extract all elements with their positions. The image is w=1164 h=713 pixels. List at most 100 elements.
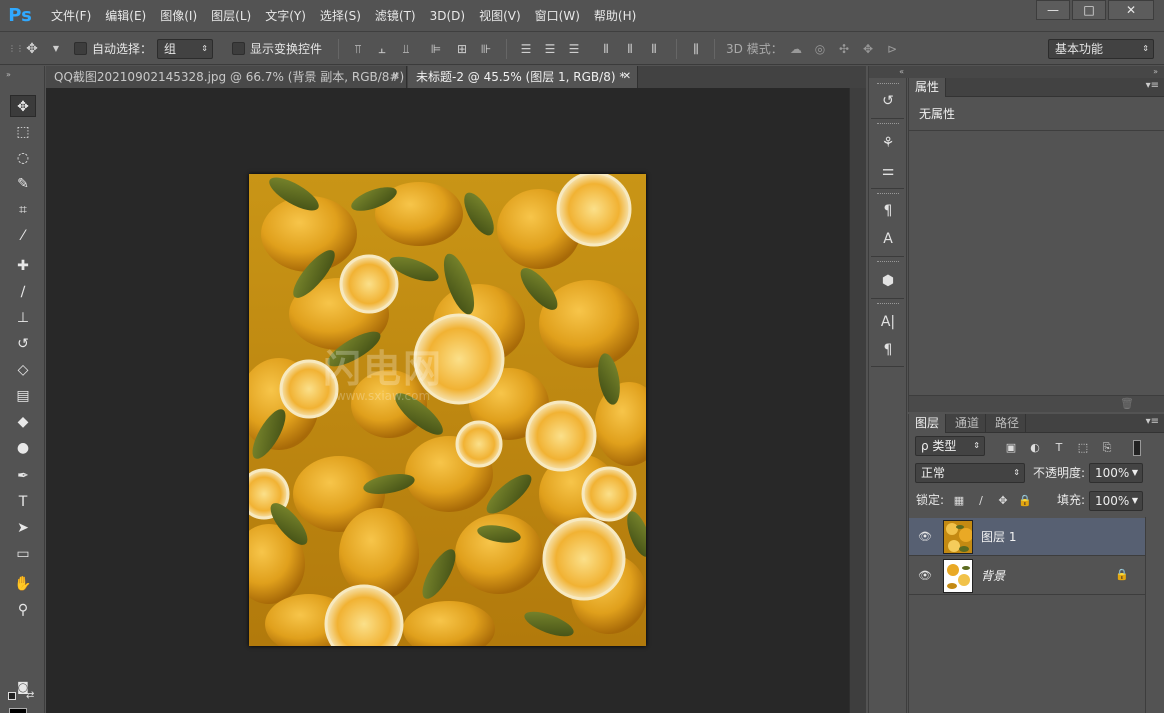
- menu-filter[interactable]: 滤镜(T): [368, 0, 423, 32]
- clone-stamp-tool-icon[interactable]: ⊥: [10, 307, 36, 329]
- marquee-tool-icon[interactable]: ⬚: [10, 121, 36, 143]
- eraser-tool-icon[interactable]: ◇: [10, 359, 36, 381]
- minimize-button[interactable]: —: [1036, 0, 1070, 20]
- path-select-tool-icon[interactable]: ➤: [10, 517, 36, 539]
- menu-view[interactable]: 视图(V): [472, 0, 528, 32]
- lock-all-icon[interactable]: 🔒: [1017, 493, 1033, 509]
- distribute-right-icon[interactable]: ⦀: [646, 41, 662, 57]
- workspace-dropdown[interactable]: 基本功能 ⇕: [1048, 39, 1154, 59]
- tab-properties[interactable]: 属性: [909, 78, 947, 97]
- align-top-icon[interactable]: ⫪: [350, 41, 366, 57]
- tab-document-2[interactable]: 未标题-2 @ 45.5% (图层 1, RGB/8) * ✕: [408, 66, 638, 88]
- adjustments-panel-icon[interactable]: ⚌: [877, 160, 899, 182]
- align-left-icon[interactable]: ⊫: [428, 41, 444, 57]
- quick-mask-icon[interactable]: ◙: [10, 676, 36, 698]
- zoom-tool-icon[interactable]: ⚲: [10, 599, 36, 621]
- menu-window[interactable]: 窗口(W): [528, 0, 587, 32]
- 3d-slide-icon[interactable]: ✥: [860, 41, 876, 57]
- align-right-icon[interactable]: ⊪: [478, 41, 494, 57]
- show-transform-checkbox[interactable]: [232, 42, 245, 55]
- chevron-down-icon[interactable]: ▼: [48, 41, 64, 57]
- history-brush-tool-icon[interactable]: ↺: [10, 333, 36, 355]
- close-icon[interactable]: ✕: [623, 66, 631, 88]
- type-tool-icon[interactable]: T: [10, 491, 36, 513]
- filter-pixel-icon[interactable]: ▣: [1003, 440, 1019, 456]
- distribute-vcenter-icon[interactable]: ☰: [542, 41, 558, 57]
- canvas-area[interactable]: 闪电网 www.sxiaw.com: [46, 88, 849, 713]
- distribute-left-icon[interactable]: ⦀: [598, 41, 614, 57]
- 3d-scale-icon[interactable]: ⊳: [884, 41, 900, 57]
- character-panel-icon[interactable]: A|: [877, 311, 899, 333]
- opacity-field[interactable]: 100% ▼: [1089, 463, 1143, 483]
- document-image[interactable]: [249, 174, 646, 646]
- foreground-color-swatch[interactable]: [9, 708, 27, 713]
- quick-select-tool-icon[interactable]: ✎: [10, 173, 36, 195]
- menu-3d[interactable]: 3D(D): [423, 0, 472, 32]
- tab-layers[interactable]: 图层: [909, 414, 947, 433]
- panel-menu-icon[interactable]: ▾≡: [1146, 416, 1159, 427]
- distribute-top-icon[interactable]: ☰: [518, 41, 534, 57]
- hand-tool-icon[interactable]: ✋: [10, 573, 36, 595]
- paragraph-panel-icon[interactable]: ¶: [877, 339, 899, 361]
- 3d-pan-icon[interactable]: ✣: [836, 41, 852, 57]
- blend-mode-dropdown[interactable]: 正常 ⇕: [915, 463, 1025, 483]
- layer-row-layer1[interactable]: 👁 图层 1: [909, 518, 1145, 556]
- brush-tool-icon[interactable]: ∕: [10, 281, 36, 303]
- lock-position-icon[interactable]: ✥: [995, 493, 1011, 509]
- fill-field[interactable]: 100% ▼: [1089, 491, 1143, 511]
- auto-select-checkbox[interactable]: [74, 42, 87, 55]
- lasso-tool-icon[interactable]: ◌: [10, 147, 36, 169]
- tab-channels[interactable]: 通道: [949, 414, 987, 433]
- menu-help[interactable]: 帮助(H): [587, 0, 643, 32]
- lock-pixels-icon[interactable]: ∕: [973, 493, 989, 509]
- trash-icon[interactable]: 🗑: [1120, 397, 1134, 410]
- layer-row-background[interactable]: 👁 背景 🔒: [909, 557, 1145, 595]
- healing-brush-tool-icon[interactable]: ✚: [10, 255, 36, 277]
- move-tool-preset-icon[interactable]: ✥: [24, 41, 40, 57]
- close-icon[interactable]: ✕: [392, 66, 400, 88]
- menu-file[interactable]: 文件(F): [44, 0, 98, 32]
- move-tool-icon[interactable]: ✥: [10, 95, 36, 117]
- layer-filter-dropdown[interactable]: ρ 类型 ⇕: [915, 436, 985, 456]
- auto-align-icon[interactable]: ⫼: [688, 41, 704, 57]
- align-bottom-icon[interactable]: ⫫: [398, 41, 414, 57]
- dodge-tool-icon[interactable]: ●: [10, 437, 36, 459]
- expand-panels-icon[interactable]: »: [908, 66, 1164, 78]
- menu-type[interactable]: 文字(Y): [258, 0, 313, 32]
- tab-paths[interactable]: 路径: [989, 414, 1027, 433]
- gradient-tool-icon[interactable]: ▤: [10, 385, 36, 407]
- blur-tool-icon[interactable]: ◆: [10, 411, 36, 433]
- brush-preset-panel-icon[interactable]: ⚘: [877, 132, 899, 154]
- pen-tool-icon[interactable]: ✒: [10, 465, 36, 487]
- collapse-icon[interactable]: »: [6, 70, 11, 79]
- distribute-hcenter-icon[interactable]: ⦀: [622, 41, 638, 57]
- maximize-button[interactable]: □: [1072, 0, 1106, 20]
- shape-tool-icon[interactable]: ▭: [10, 543, 36, 565]
- align-vcenter-icon[interactable]: ⫠: [374, 41, 390, 57]
- 3d-panel-icon[interactable]: ⬢: [877, 270, 899, 292]
- auto-select-dropdown[interactable]: 组 ⇕: [157, 39, 213, 59]
- distribute-bottom-icon[interactable]: ☰: [566, 41, 582, 57]
- filter-shape-icon[interactable]: ⬚: [1075, 440, 1091, 456]
- panel-menu-icon[interactable]: ▾≡: [1146, 80, 1159, 91]
- paragraph-style-panel-icon[interactable]: ¶: [877, 200, 899, 222]
- 3d-rotate-icon[interactable]: ☁: [788, 41, 804, 57]
- eyedropper-tool-icon[interactable]: ⁄: [10, 225, 36, 247]
- filter-type-icon[interactable]: T: [1051, 440, 1067, 456]
- menu-image[interactable]: 图像(I): [153, 0, 204, 32]
- align-hcenter-icon[interactable]: ⊞: [454, 41, 470, 57]
- 3d-roll-icon[interactable]: ◎: [812, 41, 828, 57]
- character-style-panel-icon[interactable]: A: [877, 228, 899, 250]
- layer-name[interactable]: 图层 1: [981, 528, 1016, 545]
- menu-select[interactable]: 选择(S): [313, 0, 368, 32]
- layer-name[interactable]: 背景: [981, 567, 1005, 584]
- filter-toggle-icon[interactable]: [1133, 440, 1141, 456]
- history-panel-icon[interactable]: ↺: [877, 90, 899, 112]
- layers-scrollbar[interactable]: [1145, 517, 1164, 713]
- filter-adjustment-icon[interactable]: ◐: [1027, 440, 1043, 456]
- eye-icon[interactable]: 👁: [918, 530, 932, 543]
- close-button[interactable]: ✕: [1108, 0, 1154, 20]
- tab-document-1[interactable]: QQ截图20210902145328.jpg @ 66.7% (背景 副本, R…: [46, 66, 414, 88]
- collapse-icon[interactable]: «: [869, 66, 908, 78]
- canvas-scrollbar[interactable]: [849, 88, 866, 713]
